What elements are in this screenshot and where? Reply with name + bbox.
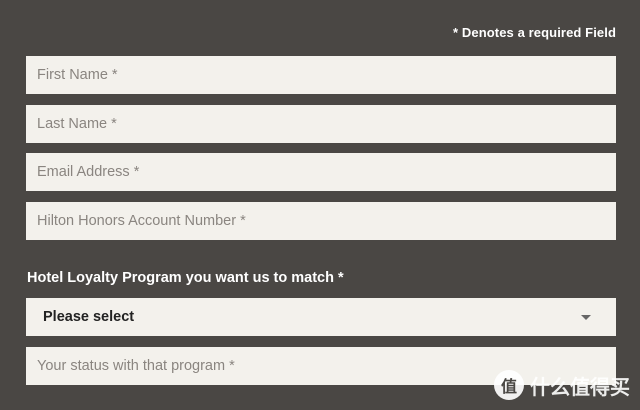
chevron-down-icon[interactable] [581, 314, 591, 320]
watermark-text: 什么值得买 [530, 376, 630, 399]
first-name-input[interactable] [26, 56, 616, 94]
loyalty-program-select[interactable]: Please select [26, 298, 616, 336]
loyalty-program-label: Hotel Loyalty Program you want us to mat… [27, 270, 344, 286]
site-watermark: 值 什么值得买 [494, 370, 630, 400]
watermark-logo-icon: 值 [494, 370, 524, 400]
required-field-note: * Denotes a required Field [453, 25, 616, 40]
loyalty-program-selected-value: Please select [43, 309, 135, 325]
last-name-input[interactable] [26, 105, 616, 143]
hilton-account-number-input[interactable] [26, 202, 616, 240]
email-input[interactable] [26, 153, 616, 191]
